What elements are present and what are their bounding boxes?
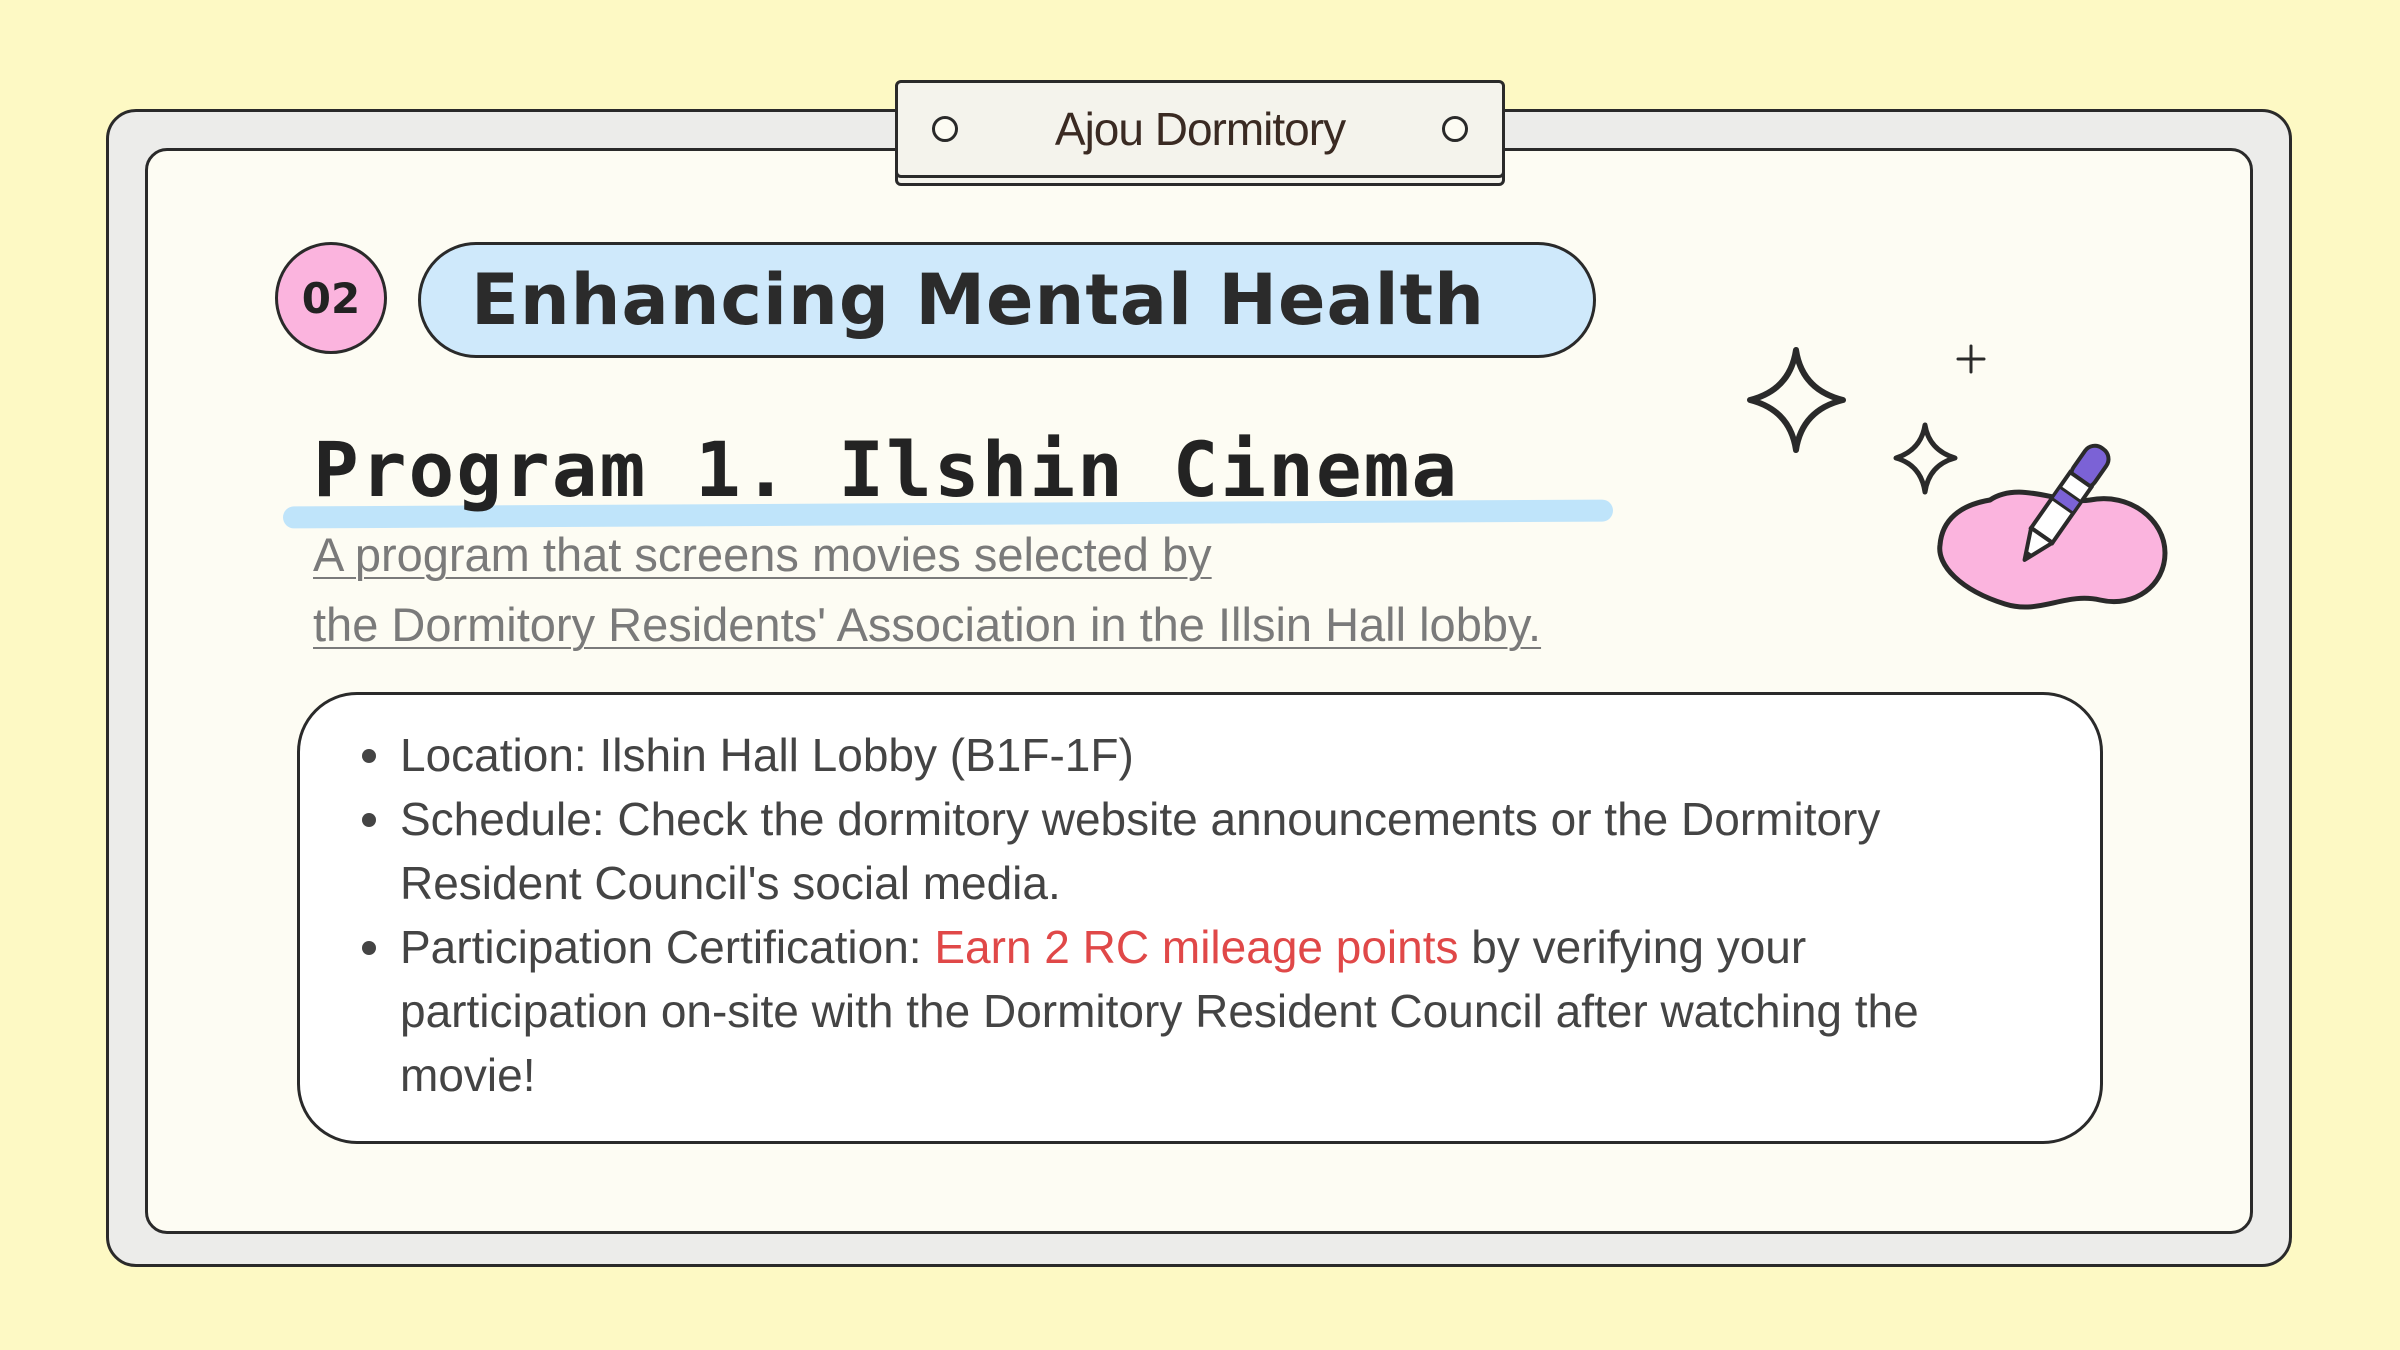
details-box: Location: Ilshin Hall Lobby (B1F-1F) Sch… (297, 692, 2103, 1144)
detail-text: Location: Ilshin Hall Lobby (B1F-1F) (400, 729, 1134, 781)
bullet-icon (362, 813, 376, 827)
bullet-icon (362, 749, 376, 763)
section-number-badge: 02 (275, 242, 387, 354)
mileage-highlight: Earn 2 RC mileage points (934, 921, 1459, 973)
tab-hole-right-icon (1442, 116, 1468, 142)
tab-title: Ajou Dormitory (1054, 103, 1346, 155)
tab-hole-left-icon (932, 116, 958, 142)
title-tab: Ajou Dormitory (895, 80, 1505, 178)
details-list: Location: Ilshin Hall Lobby (B1F-1F) Sch… (330, 723, 2060, 1107)
program-description-line: A program that screens movies selected b… (313, 528, 1212, 581)
detail-prefix: Participation Certification: (400, 921, 935, 973)
detail-item-certification: Participation Certification: Earn 2 RC m… (330, 915, 2060, 1107)
program-title: Program 1. Ilshin Cinema (313, 425, 1460, 514)
detail-text: Schedule: Check the dormitory website an… (400, 793, 1881, 909)
detail-item-location: Location: Ilshin Hall Lobby (B1F-1F) (330, 723, 2060, 787)
detail-item-schedule: Schedule: Check the dormitory website an… (330, 787, 2060, 915)
program-description: A program that screens movies selected b… (313, 520, 2013, 660)
bullet-icon (362, 941, 376, 955)
section-title: Enhancing Mental Health (418, 242, 1596, 358)
program-description-line: the Dormitory Residents' Association in … (313, 598, 1542, 651)
